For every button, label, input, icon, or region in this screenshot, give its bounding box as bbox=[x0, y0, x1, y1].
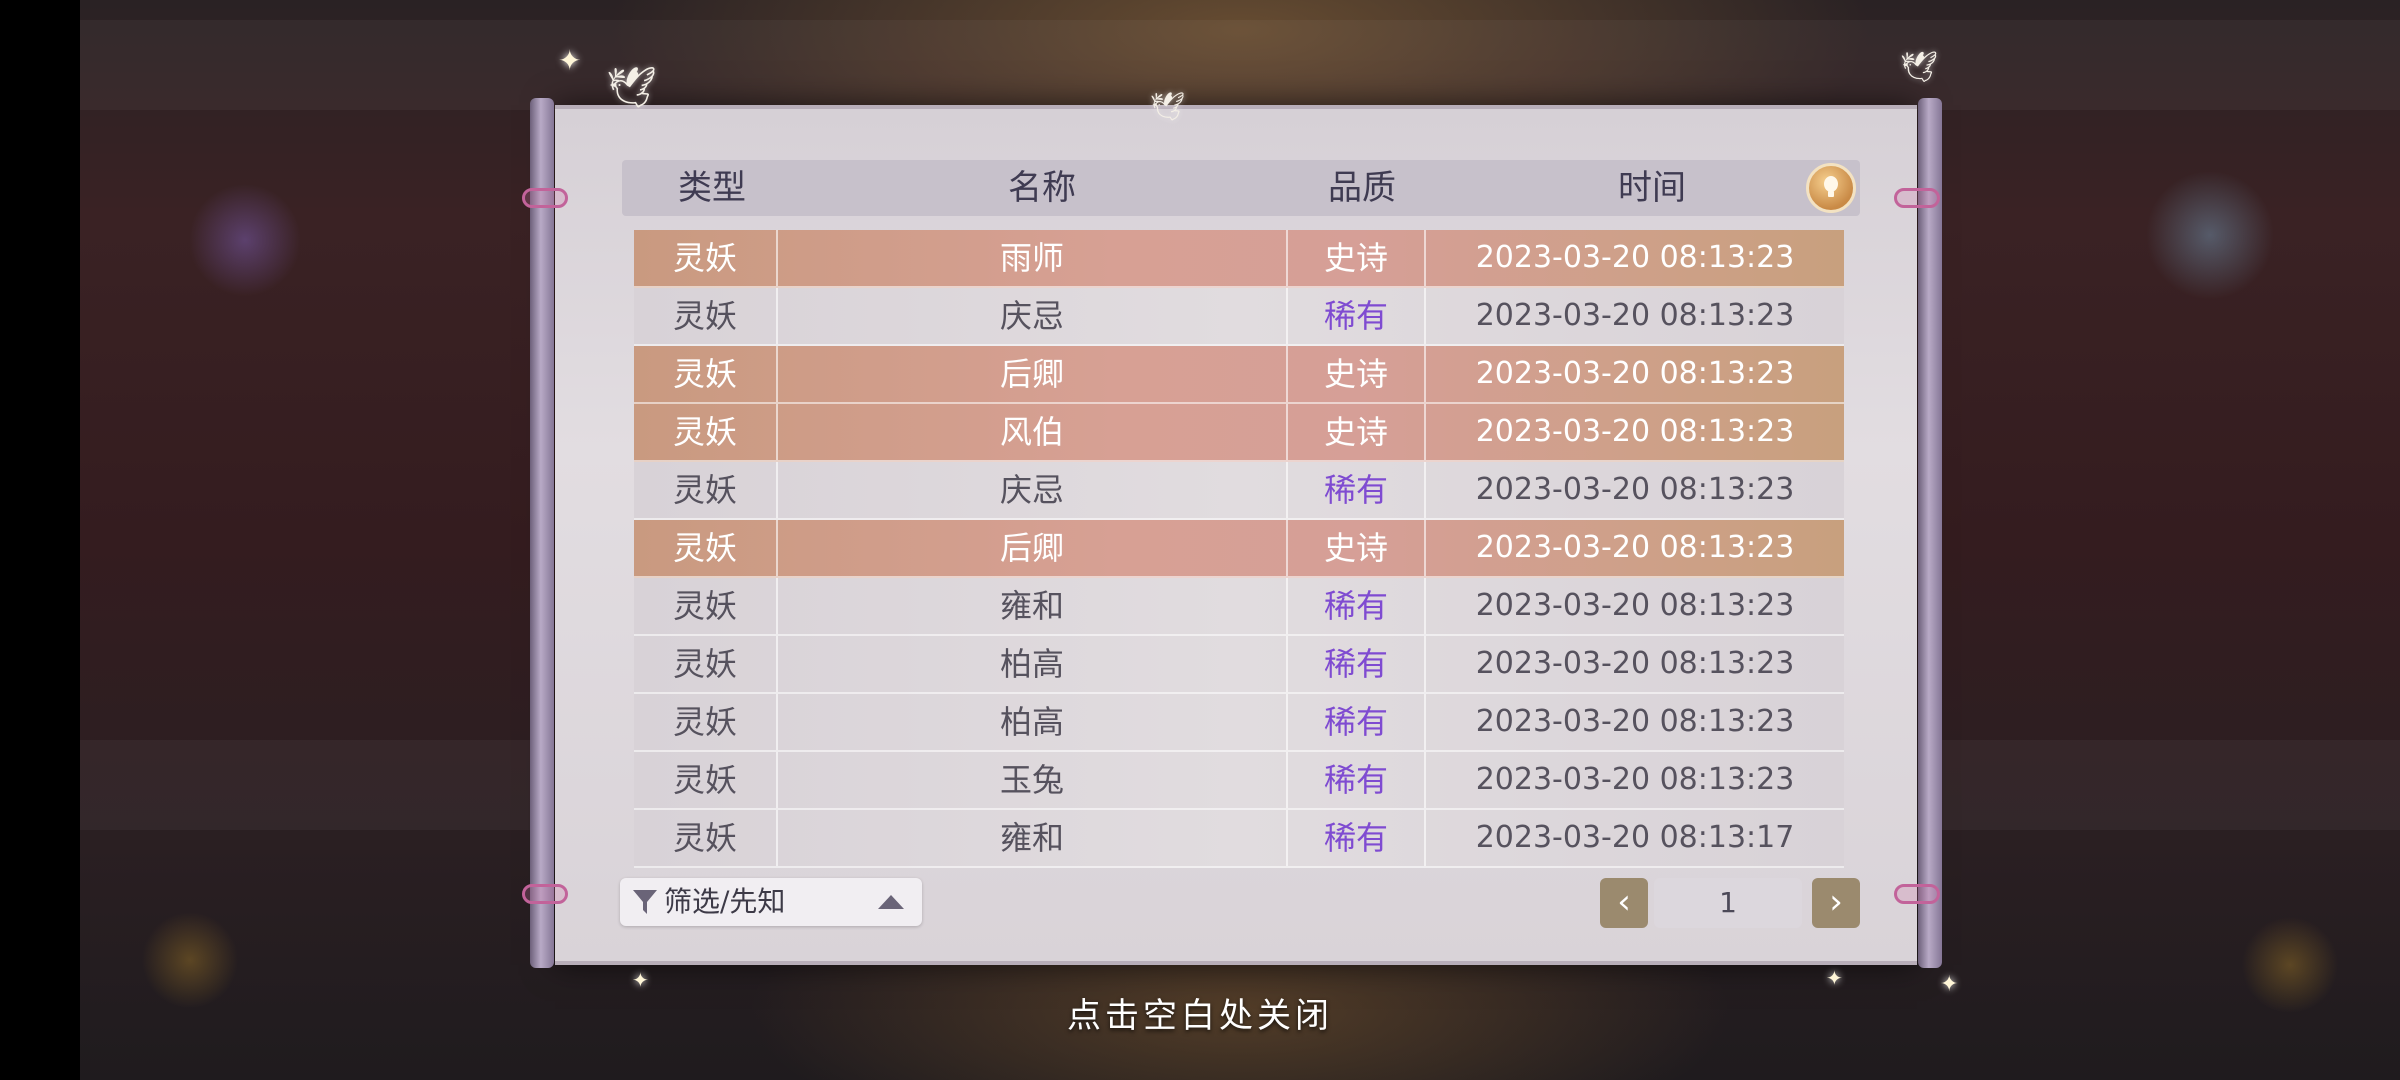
header-quality: 品质 bbox=[1328, 168, 1396, 208]
cell-quality: 稀有 bbox=[1288, 694, 1426, 750]
table-row: 灵妖 雍和 稀有 2023-03-20 08:13:17 bbox=[634, 810, 1844, 868]
cell-name: 玉兔 bbox=[778, 752, 1288, 808]
cell-type: 灵妖 bbox=[634, 810, 778, 866]
filter-dropdown[interactable]: 筛选/先知 bbox=[620, 878, 922, 926]
cell-time: 2023-03-20 08:13:23 bbox=[1475, 704, 1795, 739]
header-time: 时间 bbox=[1618, 168, 1686, 208]
table-row: 灵妖 雍和 稀有 2023-03-20 08:13:23 bbox=[634, 578, 1844, 636]
cell-type: 灵妖 bbox=[634, 462, 778, 518]
cell-type: 灵妖 bbox=[634, 578, 778, 634]
cell-type: 灵妖 bbox=[634, 636, 778, 692]
swallow-bird-icon: 🕊 bbox=[606, 65, 657, 111]
cell-name: 柏高 bbox=[778, 694, 1288, 750]
page-number: 1 bbox=[1654, 878, 1802, 928]
cell-quality: 稀有 bbox=[1288, 578, 1426, 634]
cell-time: 2023-03-20 08:13:23 bbox=[1475, 414, 1795, 449]
cell-name: 柏高 bbox=[778, 636, 1288, 692]
cell-quality: 稀有 bbox=[1288, 636, 1426, 692]
cell-quality: 史诗 bbox=[1288, 520, 1426, 576]
ring-decoration bbox=[1894, 188, 1940, 208]
table-row: 灵妖 柏高 稀有 2023-03-20 08:13:23 bbox=[634, 694, 1844, 752]
header-type: 类型 bbox=[678, 168, 746, 208]
cell-time: 2023-03-20 08:13:23 bbox=[1475, 356, 1795, 391]
cell-type: 灵妖 bbox=[634, 520, 778, 576]
cell-quality: 史诗 bbox=[1288, 404, 1426, 460]
swallow-bird-icon: 🕊 bbox=[1900, 50, 1939, 85]
record-table: 灵妖 雨师 史诗 2023-03-20 08:13:23 灵妖 庆忌 稀有 2023-03-2… bbox=[634, 230, 1844, 868]
table-row: 灵妖 柏高 稀有 2023-03-20 08:13:23 bbox=[634, 636, 1844, 694]
table-row: 灵妖 雨师 史诗 2023-03-20 08:13:23 bbox=[634, 230, 1844, 288]
scroll-rod-left bbox=[530, 98, 554, 968]
table-row: 灵妖 玉兔 稀有 2023-03-20 08:13:23 bbox=[634, 752, 1844, 810]
cell-time: 2023-03-20 08:13:23 bbox=[1475, 588, 1795, 623]
table-row: 灵妖 后卿 史诗 2023-03-20 08:13:23 bbox=[634, 346, 1844, 404]
cell-type: 灵妖 bbox=[634, 288, 778, 344]
cell-type: 灵妖 bbox=[634, 230, 778, 286]
background-top-bar bbox=[80, 20, 2400, 110]
cell-quality: 史诗 bbox=[1288, 346, 1426, 402]
cell-time: 2023-03-20 08:13:17 bbox=[1475, 820, 1795, 855]
cell-type: 灵妖 bbox=[634, 404, 778, 460]
header-name: 名称 bbox=[1008, 168, 1076, 208]
table-row: 灵妖 庆忌 稀有 2023-03-20 08:13:23 bbox=[634, 288, 1844, 346]
cell-name: 雍和 bbox=[778, 810, 1288, 866]
next-page-button[interactable]: › bbox=[1812, 878, 1860, 928]
sparkle-icon: ✦ bbox=[558, 44, 582, 77]
cell-name: 后卿 bbox=[778, 346, 1288, 402]
cell-time: 2023-03-20 08:13:23 bbox=[1475, 298, 1795, 333]
cell-name: 雨师 bbox=[778, 230, 1288, 286]
cell-name: 庆忌 bbox=[778, 288, 1288, 344]
filter-icon bbox=[633, 890, 657, 914]
cell-quality: 史诗 bbox=[1288, 230, 1426, 286]
close-hint-text: 点击空白处关闭 bbox=[1067, 996, 1333, 1036]
table-row: 灵妖 后卿 史诗 2023-03-20 08:13:23 bbox=[634, 520, 1844, 578]
prev-page-button[interactable]: ‹ bbox=[1600, 878, 1648, 928]
cell-time: 2023-03-20 08:13:23 bbox=[1475, 762, 1795, 797]
triangle-up-icon bbox=[878, 895, 904, 909]
cell-name: 风伯 bbox=[778, 404, 1288, 460]
cell-quality: 稀有 bbox=[1288, 288, 1426, 344]
cell-quality: 稀有 bbox=[1288, 810, 1426, 866]
ring-decoration bbox=[522, 188, 568, 208]
cell-time: 2023-03-20 08:13:23 bbox=[1475, 240, 1795, 275]
cell-time: 2023-03-20 08:13:23 bbox=[1475, 530, 1795, 565]
ring-decoration bbox=[522, 884, 568, 904]
filter-label: 筛选/先知 bbox=[664, 885, 786, 918]
cell-name: 雍和 bbox=[778, 578, 1288, 634]
cell-time: 2023-03-20 08:13:23 bbox=[1475, 472, 1795, 507]
lightbulb-icon[interactable] bbox=[1806, 163, 1856, 213]
table-row: 灵妖 庆忌 稀有 2023-03-20 08:13:23 bbox=[634, 462, 1844, 520]
cell-time: 2023-03-20 08:13:23 bbox=[1475, 646, 1795, 681]
table-row: 灵妖 风伯 史诗 2023-03-20 08:13:23 bbox=[634, 404, 1844, 462]
cell-name: 庆忌 bbox=[778, 462, 1288, 518]
cell-type: 灵妖 bbox=[634, 752, 778, 808]
cell-type: 灵妖 bbox=[634, 694, 778, 750]
cell-name: 后卿 bbox=[778, 520, 1288, 576]
cell-quality: 稀有 bbox=[1288, 752, 1426, 808]
swallow-bird-icon: 🕊 bbox=[1150, 90, 1186, 123]
scroll-rod-right bbox=[1918, 98, 1942, 968]
cell-type: 灵妖 bbox=[634, 346, 778, 402]
sparkle-icon: ✦ bbox=[1826, 966, 1843, 990]
table-header: 类型 名称 品质 时间 bbox=[622, 160, 1860, 216]
ring-decoration bbox=[1894, 884, 1940, 904]
cell-quality: 稀有 bbox=[1288, 462, 1426, 518]
